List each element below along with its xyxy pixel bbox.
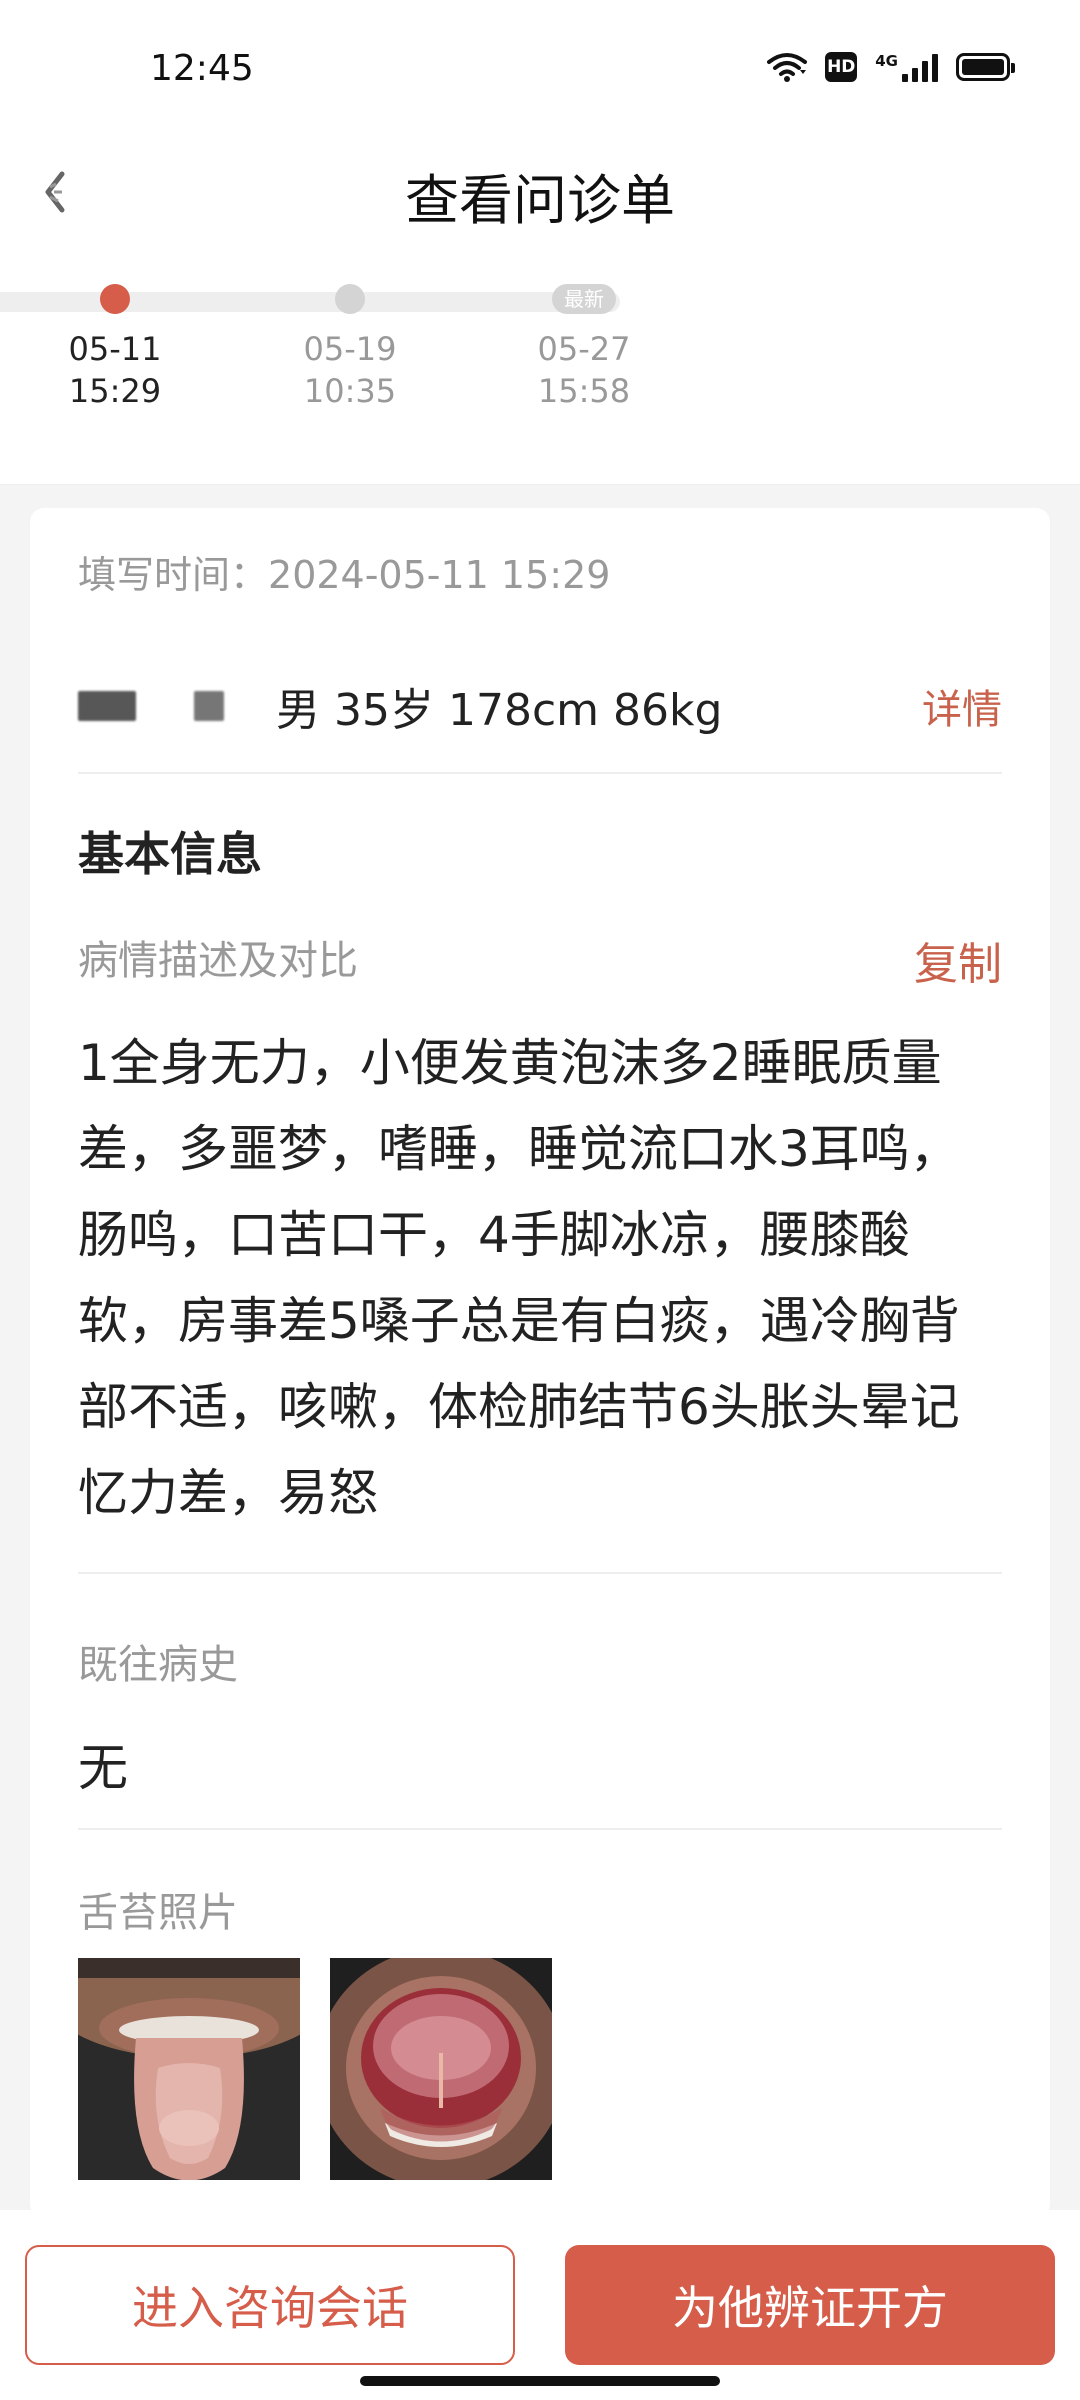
fill-time: 填写时间：2024-05-11 15:29 <box>78 544 610 599</box>
battery-icon <box>956 53 1015 81</box>
page-header: 查看问诊单 05-11 15:29 05-19 10:35 最新 05-27 1… <box>0 140 1080 485</box>
condition-text: 1全身无力，小便发黄泡沫多2睡眠质量差，多噩梦，嗜睡，睡觉流口水3耳鸣，肠鸣，口… <box>78 1034 960 1522</box>
timeline-time: 15:58 <box>537 372 631 410</box>
history-value: 无 <box>78 1739 128 1797</box>
consult-session-button[interactable]: 进入咨询会话 <box>25 2245 515 2365</box>
timeline-time: 10:35 <box>303 372 397 410</box>
redacted-name <box>194 691 224 721</box>
timeline-dot <box>335 284 365 314</box>
status-icons: HD 4G <box>767 52 1015 82</box>
status-time: 12:45 <box>150 48 254 89</box>
timeline-time: 15:29 <box>68 372 162 410</box>
tongue-photo[interactable] <box>78 1958 300 2180</box>
detail-link[interactable]: 详情 <box>922 677 1002 735</box>
timeline-item[interactable]: 最新 05-27 15:58 <box>494 284 674 412</box>
timeline-item[interactable]: 05-11 15:29 <box>25 284 205 412</box>
patient-info: 男 35岁 178cm 86kg <box>276 685 723 736</box>
signal-label: 4G <box>875 52 898 70</box>
signal-icon <box>902 52 938 82</box>
timeline-date: 05-11 <box>68 330 162 368</box>
tongue-photo-label: 舌苔照片 <box>78 1890 238 1936</box>
divider <box>78 1572 1002 1574</box>
wifi-icon <box>767 53 808 82</box>
divider <box>78 1828 1002 1830</box>
tongue-photo[interactable] <box>330 1958 552 2180</box>
timeline-item[interactable]: 05-19 10:35 <box>260 284 440 412</box>
condition-label: 病情描述及对比 <box>78 938 358 984</box>
fill-time-label: 填写时间： <box>78 553 269 597</box>
bottom-action-bar: 进入咨询会话 为他辨证开方 <box>0 2210 1080 2400</box>
history-label: 既往病史 <box>78 1642 238 1688</box>
prescribe-button[interactable]: 为他辨证开方 <box>565 2245 1055 2365</box>
tongue-photos <box>78 1958 552 2180</box>
consultation-card: 填写时间：2024-05-11 15:29 男 35岁 178cm 86kg 详… <box>30 508 1050 2218</box>
basic-info-title: 基本信息 <box>78 827 262 881</box>
latest-badge: 最新 <box>552 284 616 314</box>
hd-icon: HD <box>825 52 858 82</box>
fill-time-value: 2024-05-11 15:29 <box>268 553 611 597</box>
status-bar: 12:45 HD 4G <box>0 0 1080 140</box>
page-title: 查看问诊单 <box>405 169 675 232</box>
divider <box>78 772 1002 774</box>
patient-row: 男 35岁 178cm 86kg 详情 <box>78 656 1002 756</box>
copy-button[interactable]: 复制 <box>914 928 1002 992</box>
timeline-date: 05-27 <box>537 330 631 368</box>
redacted-name <box>78 691 136 721</box>
home-indicator[interactable] <box>360 2376 720 2386</box>
timeline-date: 05-19 <box>303 330 397 368</box>
timeline-dot <box>100 284 130 314</box>
